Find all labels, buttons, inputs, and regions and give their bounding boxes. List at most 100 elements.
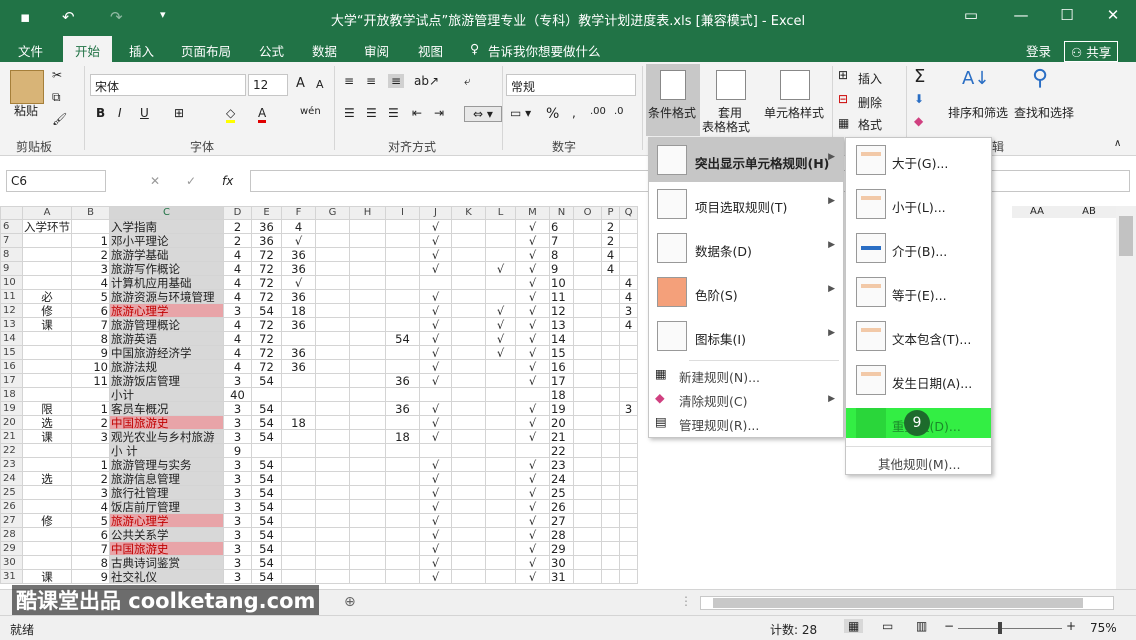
- cell-l[interactable]: √: [485, 345, 516, 360]
- cell-f[interactable]: 4: [281, 219, 316, 234]
- cell-j[interactable]: √: [419, 289, 452, 304]
- cell-l[interactable]: [485, 555, 516, 570]
- font-size-select[interactable]: 12: [248, 74, 288, 96]
- cell-i[interactable]: [385, 219, 420, 234]
- tab-insert[interactable]: 插入: [129, 41, 154, 60]
- cell-c[interactable]: 小计: [109, 387, 224, 402]
- cell-b[interactable]: 4: [71, 499, 110, 514]
- cell-k[interactable]: [451, 289, 486, 304]
- cell-a[interactable]: 课: [22, 429, 72, 444]
- increase-indent-icon[interactable]: ⇥: [434, 106, 444, 120]
- cell-a[interactable]: [22, 247, 72, 262]
- cell-a[interactable]: [22, 233, 72, 248]
- cell-q[interactable]: [619, 219, 638, 234]
- cell-i[interactable]: [385, 359, 420, 374]
- cell-k[interactable]: [451, 457, 486, 472]
- cell-e[interactable]: 72: [251, 359, 282, 374]
- cell-g[interactable]: [315, 471, 350, 486]
- cell-q[interactable]: [619, 359, 638, 374]
- cell-b[interactable]: 7: [71, 541, 110, 556]
- cell-d[interactable]: 4: [223, 289, 252, 304]
- cell-l[interactable]: [485, 513, 516, 528]
- cell-l[interactable]: √: [485, 303, 516, 318]
- cell-l[interactable]: [485, 429, 516, 444]
- row-header[interactable]: 7: [0, 233, 23, 248]
- cell-l[interactable]: √: [485, 317, 516, 332]
- column-header-aa[interactable]: AA: [1012, 206, 1062, 218]
- cell-j[interactable]: √: [419, 373, 452, 388]
- cell-h[interactable]: [349, 247, 386, 262]
- cell-d[interactable]: 2: [223, 219, 252, 234]
- cell-k[interactable]: [451, 471, 486, 486]
- cell-l[interactable]: [485, 527, 516, 542]
- cell-o[interactable]: [573, 401, 602, 416]
- cell-j[interactable]: [419, 387, 452, 402]
- cell-a[interactable]: [22, 359, 72, 374]
- cell-o[interactable]: [573, 429, 602, 444]
- cell-a[interactable]: 修: [22, 513, 72, 528]
- cell-g[interactable]: [315, 373, 350, 388]
- cell-n[interactable]: 28: [549, 527, 574, 542]
- column-header-a[interactable]: A: [22, 206, 72, 220]
- cell-n[interactable]: 25: [549, 485, 574, 500]
- cell-g[interactable]: [315, 219, 350, 234]
- cell-h[interactable]: [349, 485, 386, 500]
- cell-l[interactable]: [485, 247, 516, 262]
- cell-p[interactable]: [601, 499, 620, 514]
- cell-g[interactable]: [315, 527, 350, 542]
- tab-data[interactable]: 数据: [312, 41, 337, 60]
- cell-b[interactable]: 1: [71, 233, 110, 248]
- cell-h[interactable]: [349, 387, 386, 402]
- cell-n[interactable]: 18: [549, 387, 574, 402]
- decrease-indent-icon[interactable]: ⇤: [412, 106, 422, 120]
- cell-d[interactable]: 3: [223, 485, 252, 500]
- cell-l[interactable]: √: [485, 261, 516, 276]
- submenu-item-text-contains[interactable]: 文本包含(T)...: [846, 314, 991, 358]
- cell-i[interactable]: [385, 261, 420, 276]
- insert-cells-button[interactable]: 插入: [858, 70, 882, 87]
- align-right-icon[interactable]: ☰: [388, 106, 399, 120]
- cell-h[interactable]: [349, 499, 386, 514]
- name-box[interactable]: C6: [6, 170, 106, 192]
- font-name-select[interactable]: 宋体: [90, 74, 246, 96]
- cell-a[interactable]: 课: [22, 317, 72, 332]
- column-header-i[interactable]: I: [385, 206, 420, 220]
- cell-n[interactable]: 16: [549, 359, 574, 374]
- cell-o[interactable]: [573, 457, 602, 472]
- cell-d[interactable]: 4: [223, 359, 252, 374]
- delete-cells-icon[interactable]: ⊟: [838, 92, 848, 106]
- cell-p[interactable]: [601, 401, 620, 416]
- cell-e[interactable]: 72: [251, 289, 282, 304]
- cell-a[interactable]: [22, 261, 72, 276]
- cell-q[interactable]: [619, 247, 638, 262]
- row-header[interactable]: 24: [0, 471, 23, 486]
- cell-j[interactable]: √: [419, 457, 452, 472]
- column-header-f[interactable]: F: [281, 206, 316, 220]
- cell-a[interactable]: 选: [22, 415, 72, 430]
- cell-b[interactable]: 3: [71, 261, 110, 276]
- number-format-select[interactable]: 常规: [506, 74, 636, 96]
- cell-k[interactable]: [451, 219, 486, 234]
- cell-m[interactable]: √: [515, 499, 550, 514]
- cell-f[interactable]: [281, 527, 316, 542]
- cell-e[interactable]: 54: [251, 457, 282, 472]
- row-header[interactable]: 28: [0, 527, 23, 542]
- cell-k[interactable]: [451, 429, 486, 444]
- undo-icon[interactable]: ↶: [62, 8, 75, 26]
- cell-l[interactable]: [485, 415, 516, 430]
- cell-g[interactable]: [315, 247, 350, 262]
- cell-k[interactable]: [451, 485, 486, 500]
- cell-l[interactable]: [485, 471, 516, 486]
- tab-page-layout[interactable]: 页面布局: [181, 41, 231, 60]
- cell-c[interactable]: 旅游法规: [109, 359, 224, 374]
- cell-i[interactable]: [385, 233, 420, 248]
- cell-o[interactable]: [573, 275, 602, 290]
- cell-e[interactable]: 54: [251, 569, 282, 584]
- cell-f[interactable]: [281, 471, 316, 486]
- cell-j[interactable]: √: [419, 317, 452, 332]
- cell-c[interactable]: 社交礼仪: [109, 569, 224, 584]
- cell-m[interactable]: √: [515, 247, 550, 262]
- align-top-icon[interactable]: ≡: [344, 74, 354, 88]
- cell-a[interactable]: [22, 345, 72, 360]
- cell-e[interactable]: 72: [251, 331, 282, 346]
